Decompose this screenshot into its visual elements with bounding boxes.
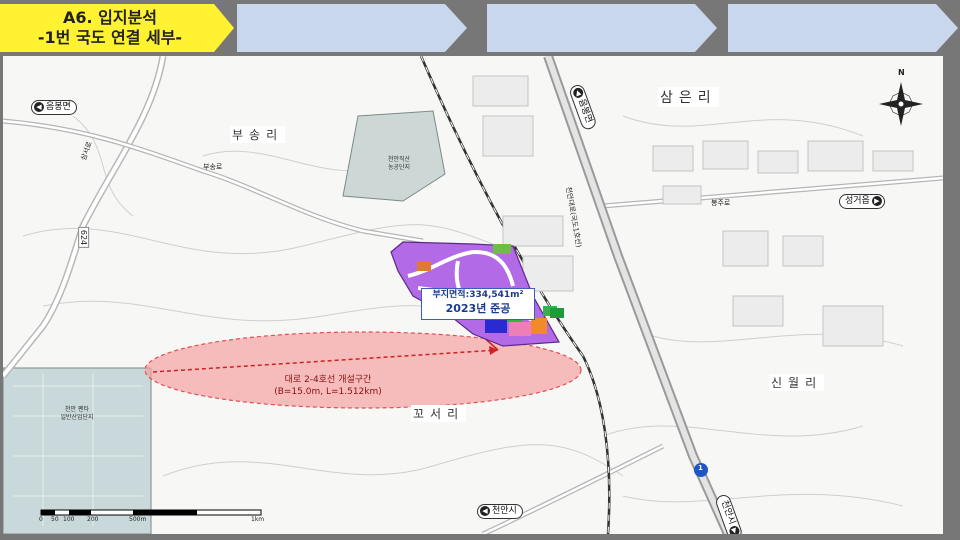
page-title-line2: -1번 국도 연결 세부- <box>37 28 183 47</box>
route-1-label: 1 <box>698 464 703 472</box>
tab-arrow-shape <box>728 4 958 52</box>
jiksan-complex-label: 천안직산 농공단지 <box>387 156 411 171</box>
sw-complex <box>3 367 152 534</box>
scale-tick-500: 500m <box>129 516 147 523</box>
new-road-label: 대로 2-4호선 개설구간 (B=15.0m, L=1.512km) <box>243 374 413 398</box>
sign-eumbong[interactable]: ◀ 음봉면 <box>31 100 77 115</box>
road-label-busong-ro: 부송로 <box>203 163 223 171</box>
tab-arrow-shape <box>487 4 717 52</box>
header-tab-2[interactable] <box>237 4 469 52</box>
village-sameun: 삼은리 <box>658 87 719 107</box>
site-year-text: 2023년 준공 <box>445 302 511 315</box>
village-busong: 부송리 <box>230 126 286 143</box>
arrow-left-icon: ◀ <box>34 101 44 112</box>
scale-bar <box>40 509 262 516</box>
scale-tick-100: 100 <box>63 516 75 523</box>
village-goseo: 꼬서리 <box>411 405 467 422</box>
scale-tick-0: 0 <box>39 516 43 523</box>
village-sinwol: 신월리 <box>769 374 825 391</box>
page-title-line1: A6. 입지분석 <box>62 8 158 27</box>
header-tab-3[interactable] <box>487 4 719 52</box>
route-624-road <box>3 56 167 379</box>
road-label-bongju-ro: 봉주로 <box>711 199 731 207</box>
header-tab-4[interactable] <box>728 4 960 52</box>
site-info-box: 부지면적:334,541m² 2023년 준공 <box>421 288 535 320</box>
arrow-right-icon: ▶ <box>871 195 882 206</box>
arrow-right-icon: ▶ <box>728 524 742 534</box>
compass-north-label: N <box>898 68 905 77</box>
tab-arrow-shape <box>237 4 467 52</box>
new-road-label-line1: 대로 2-4호선 개설구간 <box>284 375 372 385</box>
site-area-text: 부지면적:334,541m² <box>432 290 524 300</box>
sign-cheonan-bottom[interactable]: ◀ 천안시 <box>477 504 523 519</box>
compass-rose <box>879 82 923 126</box>
sw-complex-label: 천안 펜타 일반산업단지 <box>60 406 94 421</box>
arrow-left-icon: ◀ <box>480 505 490 516</box>
location-map[interactable]: 부송리 삼은리 신월리 꼬서리 ◀ 음봉면 성거읍 ▶ ◀ 천안시 ◀음봉면 천안시▶… <box>3 56 943 534</box>
scale-tick-200: 200 <box>87 516 99 523</box>
scale-tick-1km: 1km <box>251 516 265 523</box>
new-road-label-line2: (B=15.0m, L=1.512km) <box>274 387 382 397</box>
road-label-624: 624 <box>78 226 90 249</box>
scale-tick-50: 50 <box>51 516 59 523</box>
sign-seonggeo[interactable]: 성거읍 ▶ <box>839 194 885 209</box>
page-title: A6. 입지분석 -1번 국도 연결 세부- <box>0 4 220 52</box>
